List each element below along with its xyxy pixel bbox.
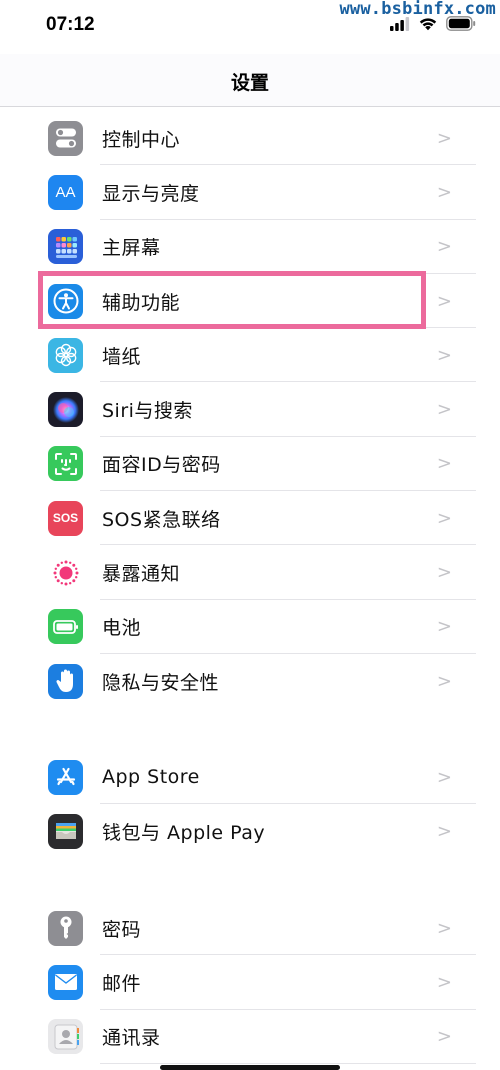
exposure-notification-icon (48, 555, 83, 591)
page-title: 设置 (230, 72, 269, 94)
settings-row-face-id-passcode[interactable]: 面容ID与密码 > (0, 437, 500, 492)
settings-group-general: 控制中心 > AA 显示与亮度 > 主屏幕 > 辅助功能 > 墙纸 > Siri… (0, 111, 500, 708)
chevron-right-icon: > (436, 917, 452, 939)
settings-row-exposure-notifications[interactable]: 暴露通知 > (0, 545, 500, 600)
chevron-right-icon: > (436, 127, 452, 149)
settings-row-battery[interactable]: 电池 > (0, 600, 500, 654)
settings-row-wallpaper[interactable]: 墙纸 > (0, 328, 500, 383)
chevron-right-icon: > (436, 820, 452, 842)
settings-row-app-store[interactable]: App Store > (0, 750, 500, 805)
face-id-icon (48, 446, 83, 482)
settings-group-apps: 密码 > 邮件 > 通讯录 > (0, 901, 500, 1064)
settings-row-label: 面容ID与密码 (102, 454, 221, 477)
settings-row-contacts[interactable]: 通讯录 > (0, 1010, 500, 1064)
settings-row-label: 墙纸 (102, 345, 142, 368)
settings-row-privacy-security[interactable]: 隐私与安全性 > (0, 654, 500, 708)
settings-row-emergency-sos[interactable]: SOS SOS紧急联络 > (0, 491, 500, 546)
chevron-right-icon: > (436, 971, 452, 993)
battery-icon (48, 609, 83, 645)
passwords-key-icon (48, 910, 83, 946)
settings-row-label: 显示与亮度 (102, 182, 200, 205)
app-store-icon (48, 759, 83, 795)
row-divider (100, 1062, 476, 1064)
settings-row-mail[interactable]: 邮件 > (0, 955, 500, 1010)
chevron-right-icon: > (436, 181, 452, 203)
settings-row-label: SOS紧急联络 (102, 508, 221, 531)
settings-row-siri-search[interactable]: Siri与搜索 > (0, 382, 500, 437)
settings-group-store: App Store > 钱包与 Apple Pay > (0, 750, 500, 859)
privacy-hand-icon (48, 663, 83, 699)
contacts-icon (48, 1019, 83, 1055)
settings-row-label: 密码 (102, 918, 142, 941)
chevron-right-icon: > (436, 766, 452, 788)
chevron-right-icon: > (436, 453, 452, 475)
sos-glyph: SOS (52, 511, 79, 526)
chevron-right-icon: > (436, 399, 452, 421)
chevron-right-icon: > (436, 616, 452, 638)
settings-row-label: 隐私与安全性 (102, 671, 220, 694)
settings-row-label: 控制中心 (102, 128, 181, 151)
chevron-right-icon: > (436, 670, 452, 692)
settings-row-label: 主屏幕 (102, 237, 161, 260)
status-icons (390, 16, 476, 31)
chevron-right-icon: > (436, 290, 452, 312)
navigation-bar: 设置 (0, 54, 500, 107)
settings-row-label: 通讯录 (102, 1027, 161, 1050)
settings-row-display-brightness[interactable]: AA 显示与亮度 > (0, 165, 500, 220)
chevron-right-icon: > (436, 1026, 452, 1048)
status-time: 07:12 (46, 14, 95, 35)
settings-row-home-screen[interactable]: 主屏幕 > (0, 220, 500, 274)
status-bar: 07:12 (0, 0, 500, 54)
settings-row-label: 邮件 (102, 972, 142, 995)
battery-status-icon (446, 16, 476, 31)
highlight-annotation-box (38, 271, 426, 329)
settings-row-label: Siri与搜索 (102, 400, 193, 423)
display-brightness-icon: AA (48, 174, 83, 210)
settings-row-label: App Store (102, 766, 200, 789)
home-screen-icon (48, 229, 83, 265)
chevron-right-icon: > (436, 562, 452, 584)
wallet-icon (48, 813, 83, 849)
chevron-right-icon: > (436, 344, 452, 366)
wifi-icon (419, 18, 437, 31)
display-brightness-glyph: AA (55, 183, 76, 201)
control-center-icon (48, 120, 83, 156)
settings-row-control-center[interactable]: 控制中心 > (0, 111, 500, 166)
cellular-signal-icon (390, 16, 410, 31)
chevron-right-icon: > (436, 236, 452, 258)
settings-row-label: 电池 (102, 617, 142, 640)
settings-row-label: 暴露通知 (102, 563, 181, 586)
chevron-right-icon: > (436, 507, 452, 529)
settings-row-passwords[interactable]: 密码 > (0, 901, 500, 956)
sos-icon: SOS (48, 500, 83, 536)
settings-row-wallet-apple-pay[interactable]: 钱包与 Apple Pay > (0, 804, 500, 858)
siri-icon (48, 392, 83, 428)
wallpaper-icon (48, 337, 83, 373)
settings-row-label: 钱包与 Apple Pay (102, 821, 266, 844)
home-indicator (160, 1065, 340, 1070)
mail-icon (48, 964, 83, 1000)
